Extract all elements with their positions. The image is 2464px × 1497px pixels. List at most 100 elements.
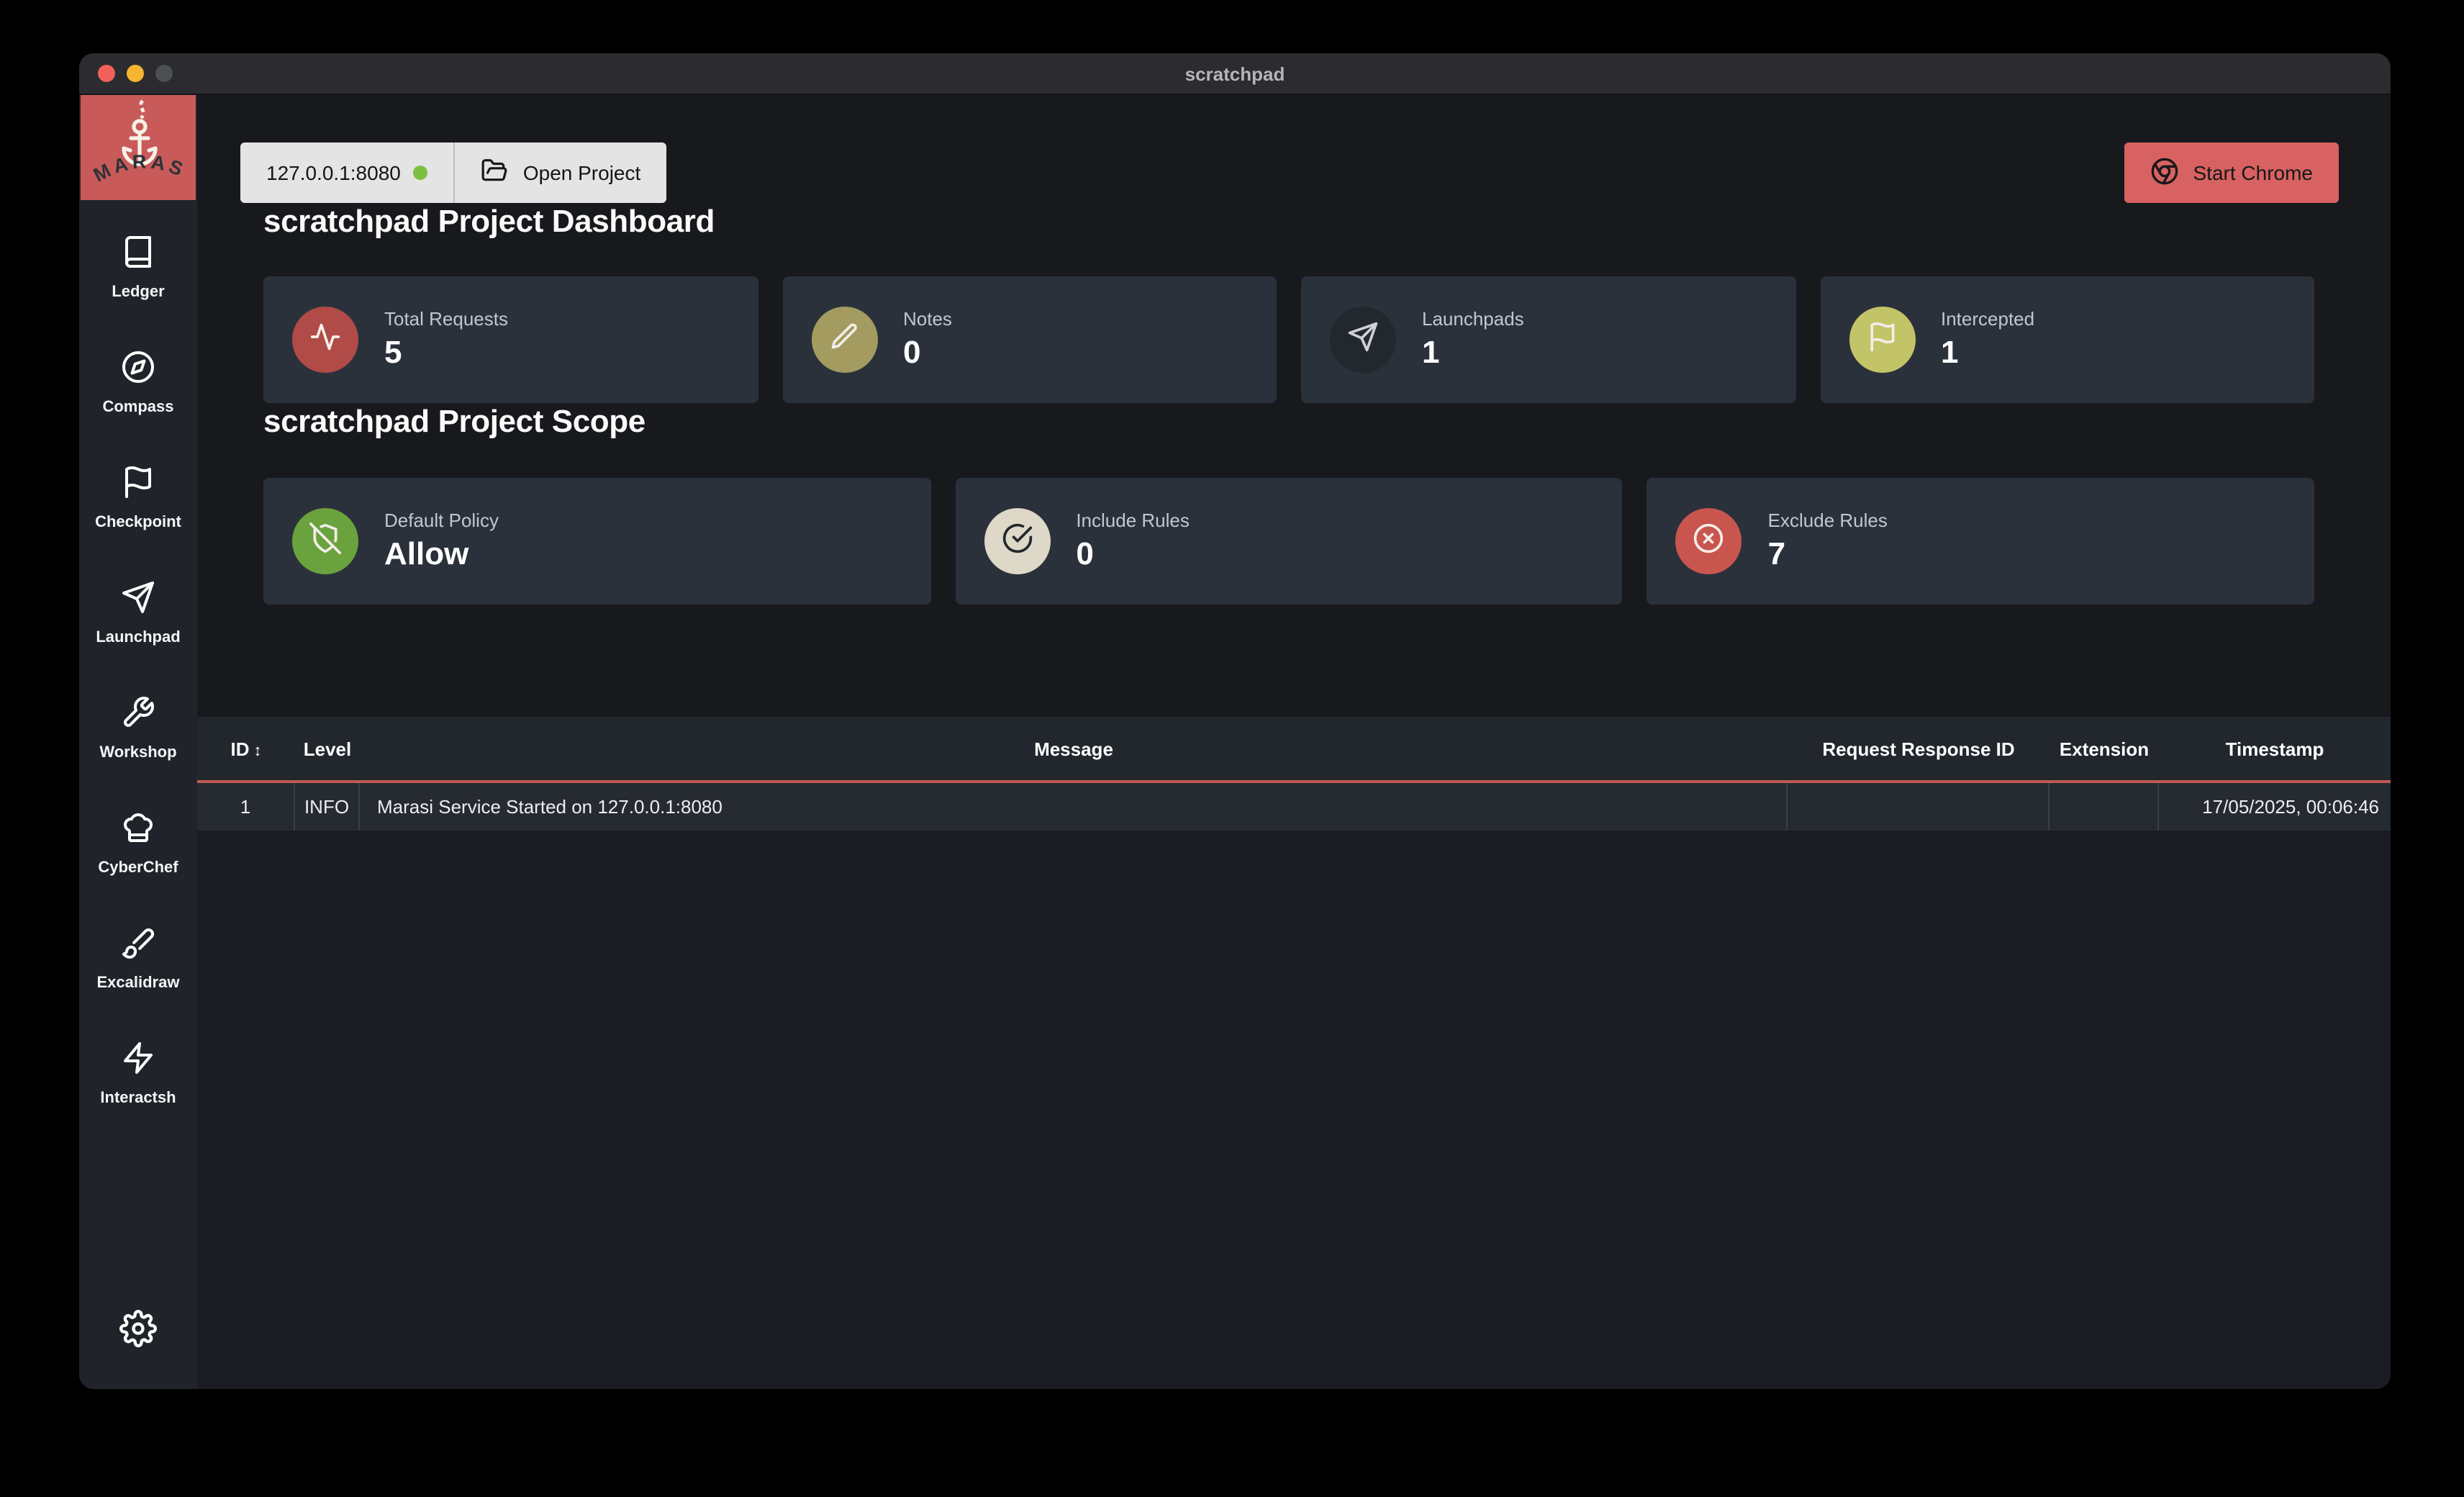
- sidebar-item-label: CyberChef: [98, 859, 178, 877]
- proxy-address-button[interactable]: 127.0.0.1:8080: [240, 143, 454, 203]
- stat-value: 1: [1422, 334, 1524, 371]
- sidebar-item-label: Excalidraw: [97, 974, 180, 992]
- stat-value: 1: [1941, 334, 2034, 371]
- cell-extension: [2049, 783, 2159, 831]
- proxy-button-group: 127.0.0.1:8080 Open Project: [240, 143, 666, 203]
- sidebar-item-excalidraw[interactable]: Excalidraw: [79, 926, 197, 1000]
- x-circle-icon: [1693, 522, 1725, 561]
- stat-circle: [292, 508, 358, 574]
- zap-icon: [121, 1041, 155, 1082]
- sidebar: MARASI Ledger Compass Check: [79, 95, 197, 1389]
- column-header-timestamp[interactable]: Timestamp: [2159, 738, 2391, 759]
- start-chrome-button[interactable]: Start Chrome: [2124, 143, 2340, 203]
- scope-title: scratchpad Project Scope: [263, 403, 2314, 440]
- stat-value: 0: [1076, 535, 1190, 573]
- sidebar-item-label: Compass: [102, 399, 173, 416]
- window-title: scratchpad: [79, 63, 2391, 84]
- sidebar-item-workshop[interactable]: Workshop: [79, 695, 197, 770]
- pencil-icon: [828, 320, 860, 359]
- cell-message: Marasi Service Started on 127.0.0.1:8080: [360, 783, 1788, 831]
- wrench-icon: [121, 695, 155, 737]
- column-header-level[interactable]: Level: [295, 738, 360, 759]
- sidebar-item-label: Interactsh: [100, 1090, 176, 1107]
- sidebar-item-interactsh[interactable]: Interactsh: [79, 1041, 197, 1116]
- book-icon: [121, 235, 155, 276]
- sidebar-item-label: Ledger: [112, 284, 164, 301]
- stat-label: Total Requests: [384, 308, 508, 331]
- cell-timestamp: 17/05/2025, 00:06:46: [2159, 783, 2391, 831]
- stat-card-launchpads: Launchpads 1: [1301, 276, 1795, 403]
- dashboard-stats: Total Requests 5 Notes 0: [263, 276, 2314, 403]
- app-window: scratchpad MARAS: [79, 53, 2391, 1389]
- activity-icon: [309, 320, 341, 359]
- column-header-id[interactable]: ID↕: [197, 738, 295, 759]
- stat-value: Allow: [384, 535, 499, 573]
- sidebar-item-label: Workshop: [99, 744, 176, 761]
- gear-icon: [119, 1329, 157, 1353]
- send-icon: [121, 580, 155, 622]
- stat-card-notes: Notes 0: [782, 276, 1277, 403]
- scope-stats: Default Policy Allow Include Rules 0: [263, 478, 2314, 605]
- toolbar: 127.0.0.1:8080 Open Project Start Chrome: [240, 143, 2339, 203]
- settings-button[interactable]: [119, 1310, 157, 1354]
- stat-card-exclude-rules: Exclude Rules 7: [1647, 478, 2314, 605]
- check-circle-icon: [1001, 522, 1033, 561]
- stat-circle: [811, 307, 877, 373]
- proxy-status-dot: [414, 166, 428, 180]
- cell-request-response-id: [1788, 783, 2049, 831]
- dashboard-title: scratchpad Project Dashboard: [263, 203, 2314, 240]
- stat-circle: [1849, 307, 1915, 373]
- log-table: ID↕ Level Message Request Response ID Ex…: [197, 717, 2391, 1389]
- column-header-request-response-id[interactable]: Request Response ID: [1788, 738, 2049, 759]
- open-project-label: Open Project: [523, 161, 640, 184]
- proxy-address-text: 127.0.0.1:8080: [266, 161, 401, 184]
- stat-value: 0: [903, 334, 952, 371]
- sort-icon: ↕: [254, 742, 262, 759]
- brush-icon: [121, 926, 155, 967]
- sidebar-item-label: Checkpoint: [95, 514, 181, 531]
- desktop: scratchpad MARAS: [0, 0, 2464, 1497]
- stat-card-total-requests: Total Requests 5: [263, 276, 758, 403]
- stat-label: Exclude Rules: [1768, 510, 1888, 533]
- stat-value: 5: [384, 334, 508, 371]
- sidebar-item-launchpad[interactable]: Launchpad: [79, 580, 197, 655]
- stat-circle: [984, 508, 1050, 574]
- sidebar-item-ledger[interactable]: Ledger: [79, 235, 197, 309]
- start-chrome-label: Start Chrome: [2193, 161, 2314, 184]
- titlebar: scratchpad: [79, 53, 2391, 95]
- flag-icon: [1866, 320, 1898, 359]
- marasi-logo: MARASI: [81, 95, 196, 200]
- stat-card-intercepted: Intercepted 1: [1820, 276, 2314, 403]
- send-icon: [1347, 320, 1379, 359]
- sidebar-item-compass[interactable]: Compass: [79, 350, 197, 425]
- compass-icon: [121, 350, 155, 392]
- sidebar-item-checkpoint[interactable]: Checkpoint: [79, 465, 197, 540]
- flag-icon: [121, 465, 155, 507]
- stat-card-include-rules: Include Rules 0: [955, 478, 1622, 605]
- stat-label: Launchpads: [1422, 308, 1524, 331]
- stat-card-default-policy: Default Policy Allow: [263, 478, 930, 605]
- chef-hat-icon: [121, 810, 155, 852]
- sidebar-item-cyberchef[interactable]: CyberChef: [79, 810, 197, 885]
- column-header-extension[interactable]: Extension: [2049, 738, 2159, 759]
- stat-circle: [292, 307, 358, 373]
- chrome-icon: [2150, 156, 2179, 189]
- stat-label: Intercepted: [1941, 308, 2034, 331]
- log-table-empty-area: [197, 831, 2391, 1389]
- column-label: ID: [231, 738, 250, 759]
- log-table-header: ID↕ Level Message Request Response ID Ex…: [197, 717, 2391, 783]
- stat-label: Include Rules: [1076, 510, 1190, 533]
- svg-text:MARASI: MARASI: [86, 96, 189, 186]
- cell-id: 1: [197, 783, 295, 831]
- folder-open-icon: [481, 157, 523, 189]
- stat-circle: [1330, 307, 1396, 373]
- log-table-row[interactable]: 1 INFO Marasi Service Started on 127.0.0…: [197, 783, 2391, 831]
- column-header-message[interactable]: Message: [360, 738, 1788, 759]
- dashboard-content: scratchpad Project Dashboard Total Reque…: [197, 203, 2391, 605]
- shield-off-icon: [309, 522, 341, 561]
- main-panel: 127.0.0.1:8080 Open Project Start Chrome: [197, 95, 2391, 1389]
- open-project-button[interactable]: Open Project: [456, 143, 666, 203]
- sidebar-nav: Ledger Compass Checkpoint Launchpad: [79, 235, 197, 1310]
- logo-text: MARASI: [86, 96, 189, 186]
- stat-value: 7: [1768, 535, 1888, 573]
